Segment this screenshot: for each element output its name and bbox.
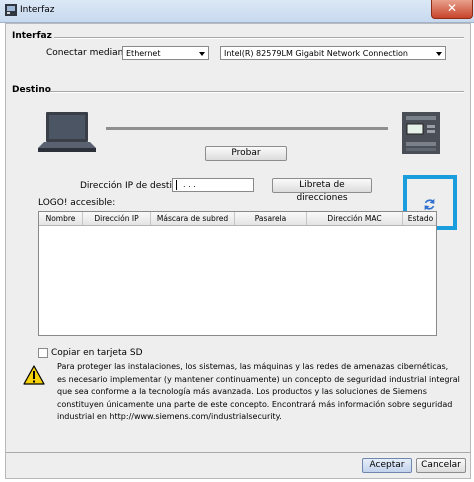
title-bar: Interfaz ✕ [0,0,474,23]
text-cursor [176,179,177,190]
column-header[interactable]: Estado [403,212,436,225]
connection-line [106,127,388,130]
destino-section-title: Destino [12,85,51,95]
laptop-icon [38,112,96,152]
interfaz-section-title: Interfaz [12,31,52,41]
cancel-button[interactable]: Cancelar [416,458,466,473]
address-book-button[interactable]: Libreta de direcciones [272,178,372,203]
warning-line: Para proteger las instalaciones, los sis… [57,362,449,371]
ip-address-value: . . . [183,180,196,189]
window-title: Interfaz [20,5,55,15]
connection-type-value: Ethernet [126,49,161,58]
ip-address-input[interactable]: . . . [172,178,254,192]
column-header[interactable]: Pasarela [235,212,307,225]
column-header[interactable]: Dirección MAC [307,212,403,225]
warning-icon [23,365,45,385]
column-header[interactable]: Máscara de subred [151,212,235,225]
column-header[interactable]: Dirección IP [83,212,151,225]
chevron-down-icon [199,52,205,56]
accept-button[interactable]: Aceptar [362,458,412,473]
connection-type-select[interactable]: Ethernet [122,46,209,60]
ip-label: Dirección IP de destino: [80,181,187,191]
copy-sd-label: Copiar en tarjeta SD [51,348,143,358]
warning-line: es necesario implementar (y mantener con… [57,374,460,384]
divider [6,452,470,453]
close-button[interactable]: ✕ [431,0,473,19]
accessible-label: LOGO! accesible: [38,198,116,208]
test-button[interactable]: Probar [205,146,287,161]
warning-line: que sea conforme a la tecnología más ava… [57,387,427,396]
warning-line: constituyen únicamente una parte de este… [57,399,453,409]
copy-sd-checkbox[interactable] [38,348,48,358]
logo-device-icon [402,112,440,154]
column-header[interactable]: Nombre [39,212,83,225]
devices-table[interactable]: Nombre Dirección IP Máscara de subred Pa… [38,211,437,336]
table-header: Nombre Dirección IP Máscara de subred Pa… [39,212,436,226]
dialog-panel: Interfaz Conectar mediante: Ethernet Int… [5,23,471,479]
refresh-icon[interactable] [423,198,436,211]
warning-line: industrial en http://www.siemens.com/ind… [57,412,282,421]
network-adapter-select[interactable]: Intel(R) 82579LM Gigabit Network Connect… [220,46,446,60]
security-warning: Para proteger las instalaciones, los sis… [57,361,462,424]
app-icon [5,4,17,16]
network-adapter-value: Intel(R) 82579LM Gigabit Network Connect… [224,49,408,58]
chevron-down-icon [436,52,442,56]
